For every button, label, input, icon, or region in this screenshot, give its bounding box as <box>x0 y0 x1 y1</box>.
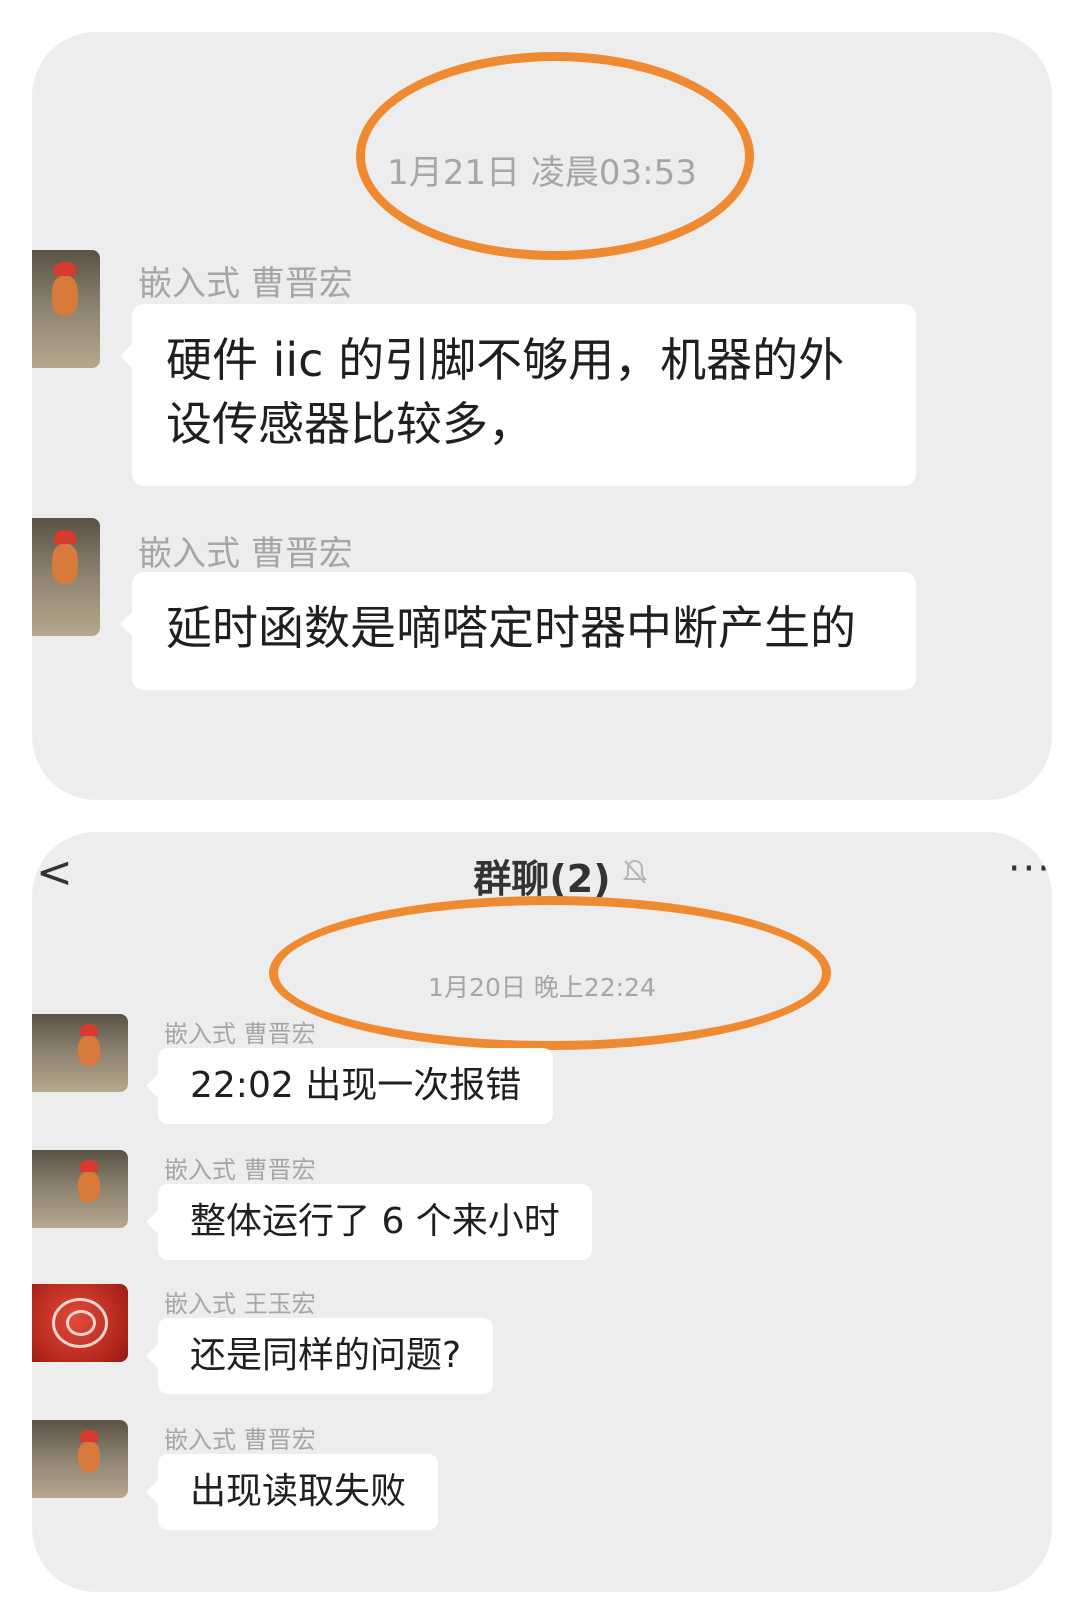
more-icon[interactable]: ··· <box>1008 846 1052 892</box>
chat-screenshot-bottom: < 群聊(2) ··· 1月20日 晚上22:24 嵌入式 曹晋宏 22:02 … <box>32 832 1052 1592</box>
message-text: 整体运行了 6 个来小时 <box>190 1201 560 1242</box>
avatar[interactable] <box>32 1284 128 1362</box>
sender-name: 嵌入式 曹晋宏 <box>164 1020 316 1048</box>
message-text: 延时函数是嘀嗒定时器中断产生的 <box>166 601 856 655</box>
message-text: 出现读取失败 <box>190 1471 407 1512</box>
bell-muted-icon <box>622 858 648 886</box>
avatar[interactable] <box>32 1420 128 1498</box>
message-text: 22:02 出现一次报错 <box>190 1065 522 1106</box>
message-bubble[interactable]: 还是同样的问题? <box>145 1318 494 1394</box>
chat-screenshot-top: 1月21日 凌晨03:53 嵌入式 曹晋宏 硬件 iic 的引脚不够用，机器的外… <box>32 32 1052 800</box>
chat-timestamp: 1月21日 凌晨03:53 <box>387 153 697 193</box>
message-bubble[interactable]: 整体运行了 6 个来小时 <box>146 1184 592 1260</box>
page-title: 群聊(2) <box>473 857 611 901</box>
avatar[interactable] <box>32 1014 128 1092</box>
sender-name: 嵌入式 曹晋宏 <box>164 1156 316 1184</box>
message-text-line-1: 硬件 iic 的引脚不够用，机器的外 <box>166 333 845 387</box>
message-bubble[interactable]: 出现读取失败 <box>145 1454 439 1530</box>
message-text: 还是同样的问题? <box>190 1335 462 1376</box>
message-text-line-2: 设传感器比较多， <box>166 397 534 451</box>
avatar[interactable] <box>32 1150 128 1228</box>
sender-name: 嵌入式 王玉宏 <box>164 1290 316 1318</box>
message-bubble[interactable]: 延时函数是嘀嗒定时器中断产生的 <box>120 572 916 690</box>
avatar[interactable] <box>32 518 100 636</box>
chat-timestamp: 1月20日 晚上22:24 <box>428 973 656 1002</box>
message-bubble[interactable]: 硬件 iic 的引脚不够用，机器的外 设传感器比较多， <box>120 304 916 486</box>
sender-name: 嵌入式 曹晋宏 <box>138 534 353 574</box>
sender-name: 嵌入式 曹晋宏 <box>138 264 353 304</box>
avatar[interactable] <box>32 250 100 368</box>
message-bubble[interactable]: 22:02 出现一次报错 <box>145 1048 554 1124</box>
sender-name: 嵌入式 曹晋宏 <box>164 1426 316 1454</box>
